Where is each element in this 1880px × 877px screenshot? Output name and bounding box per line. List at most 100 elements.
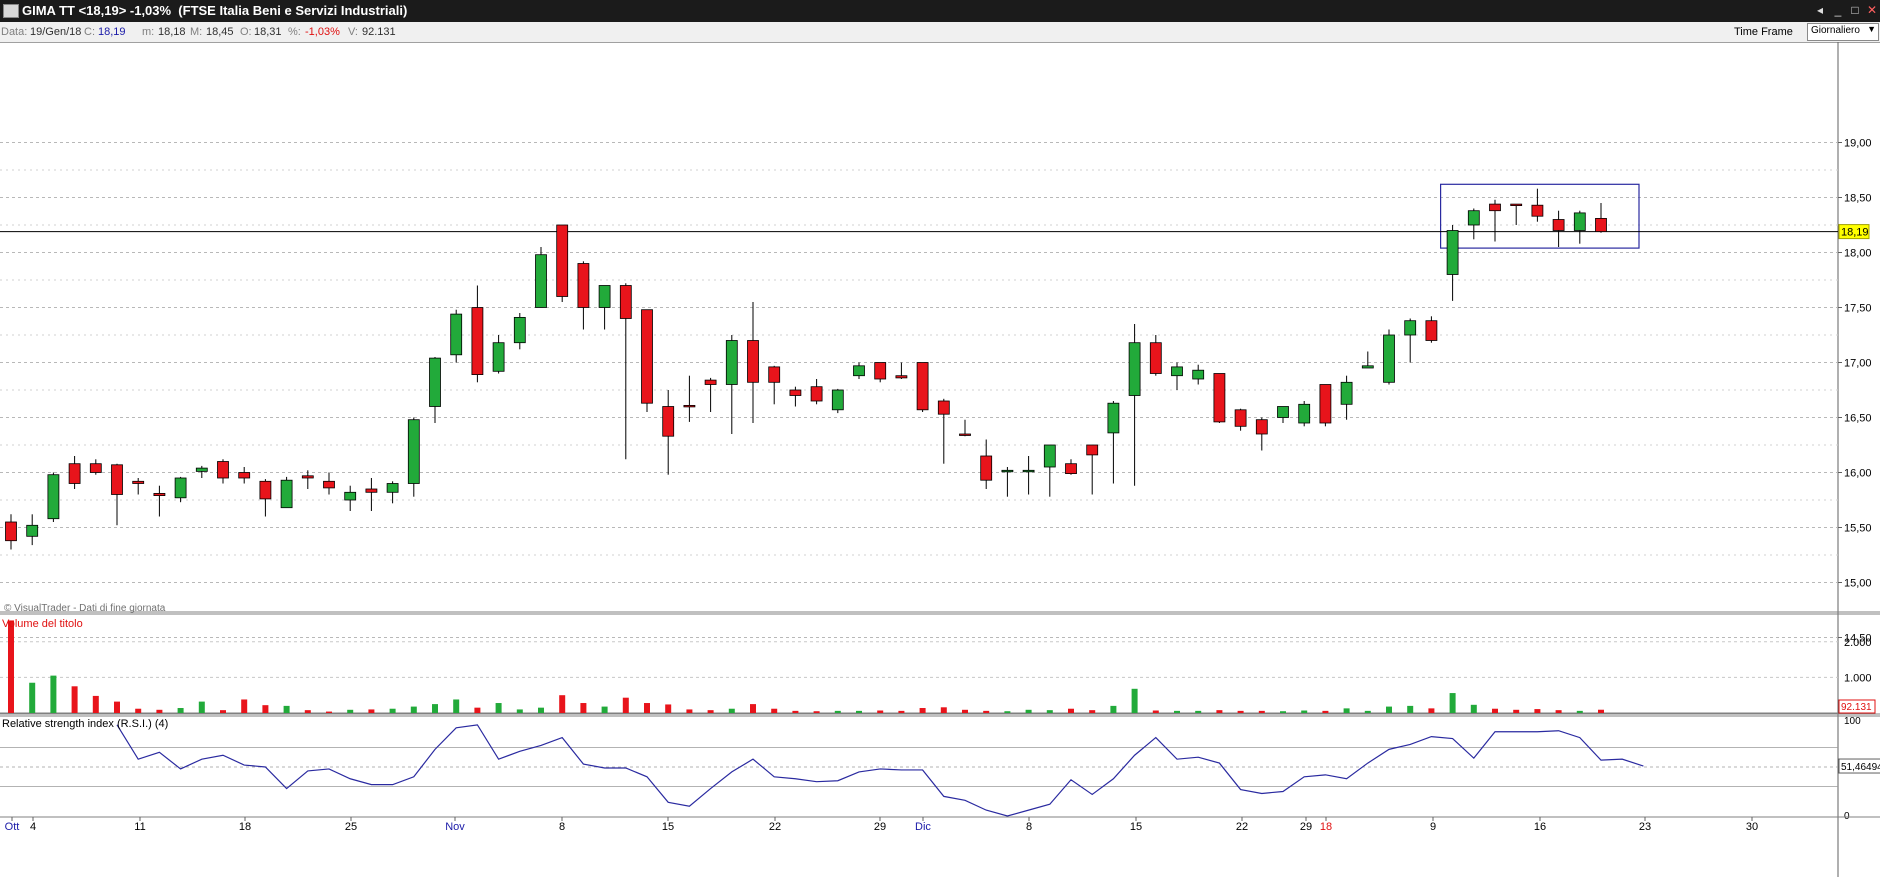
candle-body xyxy=(1489,203,1501,212)
candle-body xyxy=(68,463,81,484)
candle-body xyxy=(1573,212,1586,231)
close-value: 18,19 xyxy=(98,26,126,38)
candle-body xyxy=(1043,444,1056,468)
y-tick-label: 18,00 xyxy=(1844,248,1872,260)
y-tick-label: 15,00 xyxy=(1844,578,1872,590)
volume-bar xyxy=(114,701,120,713)
volume-bar xyxy=(1110,705,1117,713)
volume-bar xyxy=(728,708,735,713)
volume-panel: 2.000 1.000 92.131 xyxy=(0,620,1880,717)
window-title: GIMA TT <18,19> -1,03% (FTSE Italia Beni… xyxy=(22,3,408,18)
candle-body xyxy=(301,475,314,479)
chart-area: 19,00 18,50 18,00 17,50 17,00 16,50 16,00 15,50… xyxy=(0,42,1880,877)
candle-body xyxy=(831,389,844,411)
x-tick-label: 30 xyxy=(1746,821,1758,833)
maximize-button[interactable]: □ xyxy=(1847,2,1863,18)
volume-bar xyxy=(601,706,608,713)
volume-bar xyxy=(8,620,14,713)
last-price-label: 18,19 xyxy=(1841,227,1869,239)
candle-body xyxy=(1128,342,1141,396)
candle-body xyxy=(853,365,865,377)
max-label: M: xyxy=(190,26,203,38)
candle-body xyxy=(513,316,526,344)
volume-bar xyxy=(1492,708,1498,713)
watermark-text: © VisualTrader - Dati di fine giornata xyxy=(4,603,166,614)
window-titlebar: GIMA TT <18,19> -1,03% (FTSE Italia Beni… xyxy=(0,0,1880,22)
candle-body xyxy=(471,307,484,375)
volume-tick-label: 1.000 xyxy=(1844,672,1872,684)
chevron-down-icon: ▼ xyxy=(1867,24,1876,34)
y-tick-label: 15,50 xyxy=(1844,523,1872,535)
candle-body xyxy=(1404,320,1417,336)
volume-bar xyxy=(1576,710,1583,713)
min-label: m: xyxy=(142,26,155,38)
candle-body xyxy=(1065,463,1077,475)
date-label: Data: xyxy=(1,26,28,38)
candle-body xyxy=(916,362,929,411)
timeframe-select[interactable]: Giornaliero ▼ xyxy=(1807,23,1879,41)
volume-bar xyxy=(919,708,926,713)
candle-body xyxy=(1552,219,1565,231)
volume-bar xyxy=(1555,710,1562,713)
candle-body xyxy=(1298,403,1311,424)
volume-bar xyxy=(644,703,650,713)
volume-bar xyxy=(177,708,184,713)
x-tick-label: 4 xyxy=(30,821,36,833)
candle-body xyxy=(1001,469,1014,473)
volume-bar xyxy=(1407,705,1414,713)
candle-body xyxy=(937,400,950,415)
x-tick-label: 8 xyxy=(559,821,565,833)
volume-bar xyxy=(1195,710,1202,713)
candle-body xyxy=(365,488,378,493)
date-value: 19/Gen/18 xyxy=(30,26,82,38)
volume-bar xyxy=(580,703,587,713)
candle-body xyxy=(1255,419,1268,435)
volume-bar xyxy=(750,704,756,713)
candle-body xyxy=(1149,342,1162,374)
volume-bar xyxy=(220,710,226,713)
y-tick-label: 18,50 xyxy=(1844,193,1872,205)
y-tick-label: 17,00 xyxy=(1844,358,1872,370)
candle-body xyxy=(344,491,357,501)
timeframe-label: Time Frame xyxy=(1734,26,1793,38)
volume-bar xyxy=(962,709,968,713)
volume-bar xyxy=(665,704,672,713)
x-tick-label: 29 xyxy=(1300,821,1312,833)
x-tick-label: 8 xyxy=(1026,821,1032,833)
volume-bar xyxy=(813,711,820,713)
volume-bar xyxy=(1068,708,1074,713)
arrow-left-icon[interactable]: ◂ xyxy=(1812,2,1828,18)
candle-body xyxy=(725,340,738,385)
volume-bar xyxy=(1216,710,1223,713)
candle-body xyxy=(1383,334,1395,383)
volume-bar xyxy=(1025,709,1032,713)
max-value: 18,45 xyxy=(206,26,234,38)
volume-bar xyxy=(538,707,544,713)
volume-bar xyxy=(1046,710,1053,713)
volume-last-label: 92.131 xyxy=(1841,702,1872,713)
candle-body xyxy=(259,480,272,500)
price-panel: 19,00 18,50 18,00 17,50 17,00 16,50 16,00 15,50… xyxy=(0,42,1880,877)
volume-label: V: xyxy=(348,26,358,38)
x-tick-label: 22 xyxy=(1236,821,1248,833)
candle-body xyxy=(407,419,420,484)
volume-bar xyxy=(834,710,841,713)
candle-body xyxy=(789,389,802,396)
volume-bar xyxy=(1174,710,1180,713)
close-button[interactable]: ✕ xyxy=(1864,2,1880,18)
candle-body xyxy=(1531,204,1544,217)
quote-info-bar: Data: 19/Gen/18 C: 18,19 m: 18,18 M: 18,… xyxy=(0,22,1880,43)
volume-bar xyxy=(1301,710,1308,713)
candle-body xyxy=(1234,409,1247,427)
x-tick-label: Nov xyxy=(445,821,465,833)
open-label: O: xyxy=(240,26,252,38)
x-tick-label: Dic xyxy=(915,821,931,833)
volume-bar xyxy=(453,699,460,713)
candle-body xyxy=(1192,369,1205,380)
candle-body xyxy=(959,433,971,436)
rsi-line xyxy=(116,724,1644,817)
volume-bar xyxy=(898,710,905,713)
minimize-button[interactable]: _ xyxy=(1830,2,1846,18)
close-label: C: xyxy=(84,26,95,38)
y-tick-label: 19,00 xyxy=(1844,138,1872,150)
